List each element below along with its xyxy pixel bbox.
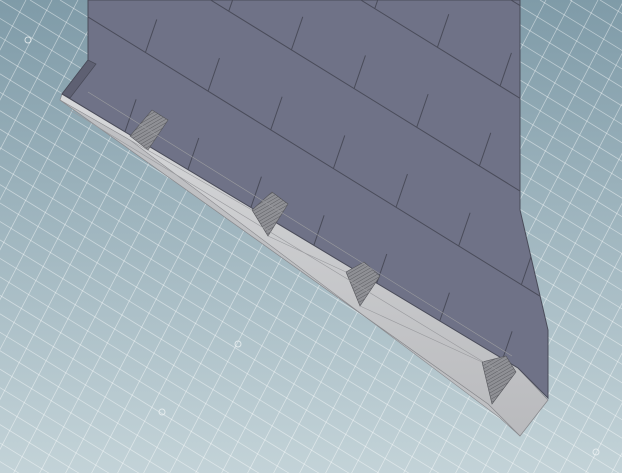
3d-viewport[interactable] [0, 0, 622, 473]
scene-canvas[interactable] [0, 0, 622, 473]
